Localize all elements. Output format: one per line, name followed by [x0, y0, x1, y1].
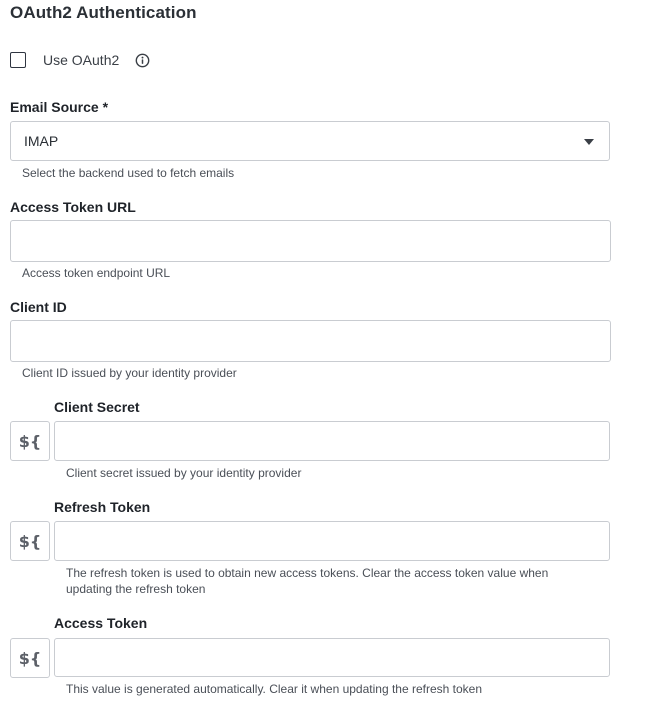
client-id-label: Client ID [10, 299, 67, 315]
client-secret-help: Client secret issued by your identity pr… [66, 466, 302, 480]
section-title: OAuth2 Authentication [10, 3, 197, 22]
email-source-value: IMAP [24, 133, 59, 149]
access-token-help: This value is generated automatically. C… [66, 682, 483, 696]
client-secret-input[interactable] [54, 421, 610, 461]
access-token-input[interactable] [54, 638, 610, 677]
access-token-label: Access Token [54, 615, 148, 631]
access-token-url-input[interactable] [10, 220, 611, 262]
use-oauth2-checkbox[interactable] [10, 52, 26, 68]
refresh-token-label: Refresh Token [54, 499, 151, 515]
email-source-help: Select the backend used to fetch emails [22, 166, 235, 180]
client-id-input[interactable] [10, 320, 611, 362]
refresh-token-help-line2: updating the refresh token [66, 582, 206, 596]
email-source-select[interactable]: IMAP [10, 121, 610, 161]
client-secret-variable-button[interactable]: ${ [10, 421, 50, 461]
client-secret-label: Client Secret [54, 399, 140, 415]
use-oauth2-label[interactable]: Use OAuth2 [43, 52, 119, 68]
refresh-token-input[interactable] [54, 521, 610, 561]
refresh-token-variable-button[interactable]: ${ [10, 521, 50, 561]
client-id-help: Client ID issued by your identity provid… [22, 366, 237, 380]
email-source-label: Email Source * [10, 99, 109, 115]
caret-down-icon [584, 139, 594, 145]
access-token-url-help: Access token endpoint URL [22, 266, 171, 280]
info-circle-icon[interactable] [135, 53, 150, 68]
access-token-variable-button[interactable]: ${ [10, 638, 50, 678]
access-token-url-label: Access Token URL [10, 199, 136, 215]
refresh-token-help-line1: The refresh token is used to obtain new … [66, 566, 549, 580]
